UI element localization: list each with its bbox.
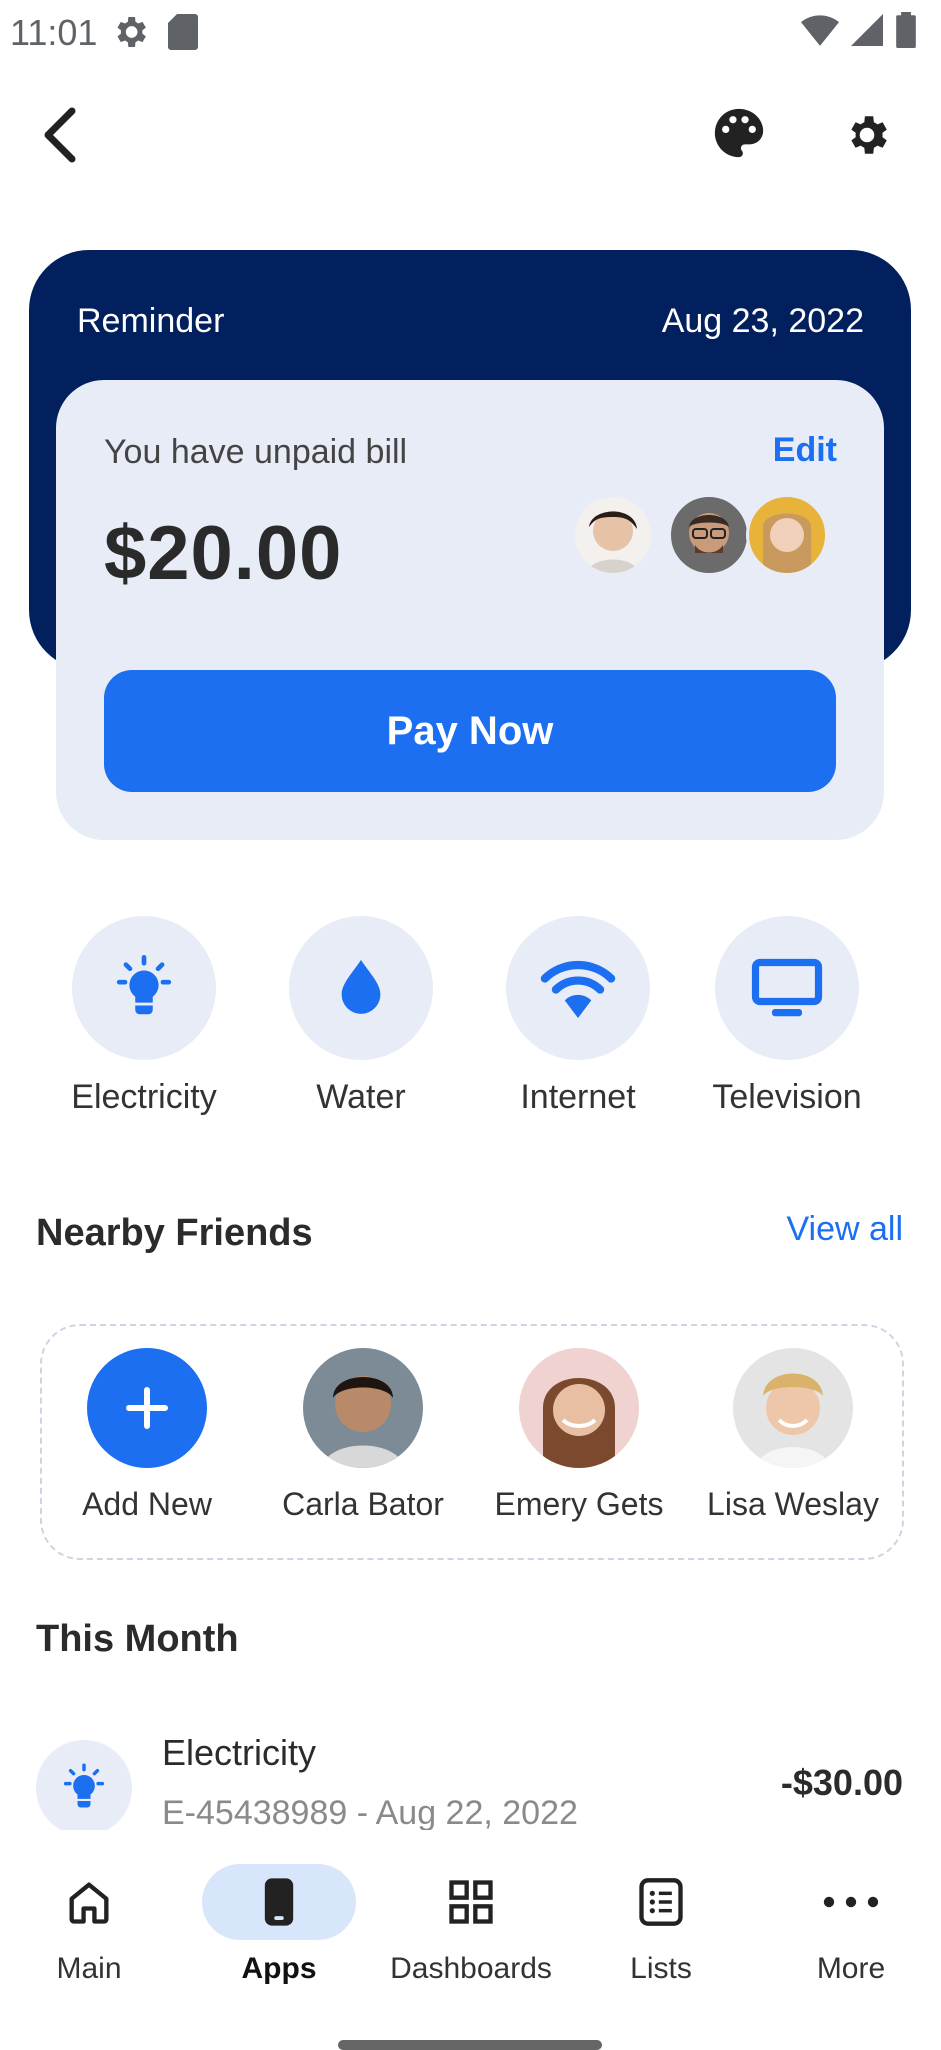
avatar bbox=[572, 494, 654, 576]
dashboard-icon bbox=[449, 1880, 493, 1924]
friend-item[interactable]: Emery Gets bbox=[479, 1348, 679, 1523]
reminder-label: Reminder bbox=[77, 302, 225, 340]
category-label: Television bbox=[712, 1078, 862, 1116]
television-icon bbox=[751, 958, 823, 1017]
transaction-icon-wrap bbox=[36, 1740, 132, 1836]
pay-now-button[interactable]: Pay Now bbox=[104, 670, 836, 792]
transaction-amount: -$30.00 bbox=[780, 1762, 903, 1803]
nav-label: Apps bbox=[241, 1952, 317, 1985]
add-new-friend[interactable]: Add New bbox=[47, 1348, 247, 1523]
transaction-title[interactable]: Electricity bbox=[162, 1732, 316, 1774]
view-all-link[interactable]: View all bbox=[786, 1210, 903, 1249]
category-icon-wrap bbox=[715, 916, 859, 1060]
bill-amount: $20.00 bbox=[104, 511, 343, 596]
wifi-icon bbox=[540, 960, 616, 1018]
friend-name: Emery Gets bbox=[494, 1486, 664, 1522]
category-water[interactable]: Water bbox=[261, 916, 461, 1117]
water-drop-icon bbox=[341, 960, 381, 1014]
wifi-status-icon bbox=[801, 15, 839, 46]
friend-name: Lisa Weslay bbox=[707, 1486, 879, 1522]
nav-label: More bbox=[816, 1952, 886, 1985]
settings-status-icon bbox=[110, 12, 150, 57]
nav-more[interactable]: More bbox=[756, 1864, 941, 1986]
nav-icon-wrap bbox=[394, 1864, 548, 1940]
more-icon bbox=[823, 1896, 879, 1908]
back-button[interactable] bbox=[40, 100, 100, 170]
avatar bbox=[733, 1348, 853, 1468]
nav-label: Lists bbox=[630, 1952, 692, 1985]
plus-icon bbox=[126, 1387, 168, 1429]
add-new-button[interactable] bbox=[87, 1348, 207, 1468]
category-icon-wrap bbox=[289, 916, 433, 1060]
sd-card-icon bbox=[168, 14, 198, 55]
status-indicators bbox=[801, 12, 917, 48]
nav-dashboards[interactable]: Dashboards bbox=[376, 1864, 566, 1986]
phone-icon bbox=[264, 1878, 294, 1926]
settings-button[interactable] bbox=[842, 110, 892, 165]
palette-button[interactable] bbox=[710, 104, 768, 167]
nav-icon-wrap bbox=[774, 1864, 928, 1940]
category-electricity[interactable]: Electricity bbox=[44, 916, 244, 1117]
nav-main[interactable]: Main bbox=[0, 1864, 184, 1986]
nav-icon-wrap bbox=[584, 1864, 738, 1940]
this-month-title: This Month bbox=[36, 1618, 239, 1660]
signal-icon bbox=[851, 14, 883, 46]
nearby-friends-title: Nearby Friends bbox=[36, 1212, 313, 1254]
nav-label: Main bbox=[56, 1952, 122, 1985]
avatar bbox=[303, 1348, 423, 1468]
chevron-left-icon bbox=[44, 107, 76, 163]
nav-apps[interactable]: Apps bbox=[184, 1864, 374, 1986]
friend-name: Carla Bator bbox=[282, 1486, 444, 1522]
status-time: 11:01 bbox=[10, 12, 98, 53]
reminder-date: Aug 23, 2022 bbox=[661, 302, 864, 340]
nav-icon-wrap bbox=[202, 1864, 356, 1940]
unpaid-message: You have unpaid bill bbox=[104, 433, 408, 471]
home-icon bbox=[69, 1882, 109, 1924]
home-indicator[interactable] bbox=[338, 2040, 602, 2050]
palette-icon bbox=[714, 108, 764, 158]
avatar bbox=[668, 494, 750, 576]
category-label: Internet bbox=[520, 1078, 636, 1116]
gear-icon bbox=[851, 116, 887, 154]
edit-link[interactable]: Edit bbox=[773, 431, 837, 470]
category-icon-wrap bbox=[506, 916, 650, 1060]
bill-participants bbox=[572, 494, 832, 576]
category-icon-wrap bbox=[72, 916, 216, 1060]
battery-icon bbox=[896, 12, 916, 48]
lightbulb-icon bbox=[116, 955, 172, 1015]
friend-item[interactable]: Carla Bator bbox=[263, 1348, 463, 1523]
bottom-navigation: Main Apps Dashboards Lists More bbox=[0, 1830, 941, 2000]
category-internet[interactable]: Internet bbox=[478, 916, 678, 1117]
avatar bbox=[746, 494, 828, 576]
nav-lists[interactable]: Lists bbox=[566, 1864, 756, 1986]
list-icon bbox=[639, 1878, 683, 1926]
category-label: Electricity bbox=[71, 1078, 217, 1116]
avatar bbox=[519, 1348, 639, 1468]
transaction-subtitle: E-45438989 - Aug 22, 2022 bbox=[162, 1794, 578, 1832]
lightbulb-icon bbox=[63, 1763, 105, 1808]
nav-label: Dashboards bbox=[390, 1952, 552, 1985]
friend-item[interactable]: Lisa Weslay bbox=[693, 1348, 893, 1523]
category-label: Water bbox=[316, 1078, 406, 1116]
friend-name: Add New bbox=[82, 1486, 212, 1522]
category-television[interactable]: Television bbox=[687, 916, 887, 1117]
nav-icon-wrap bbox=[12, 1864, 166, 1940]
